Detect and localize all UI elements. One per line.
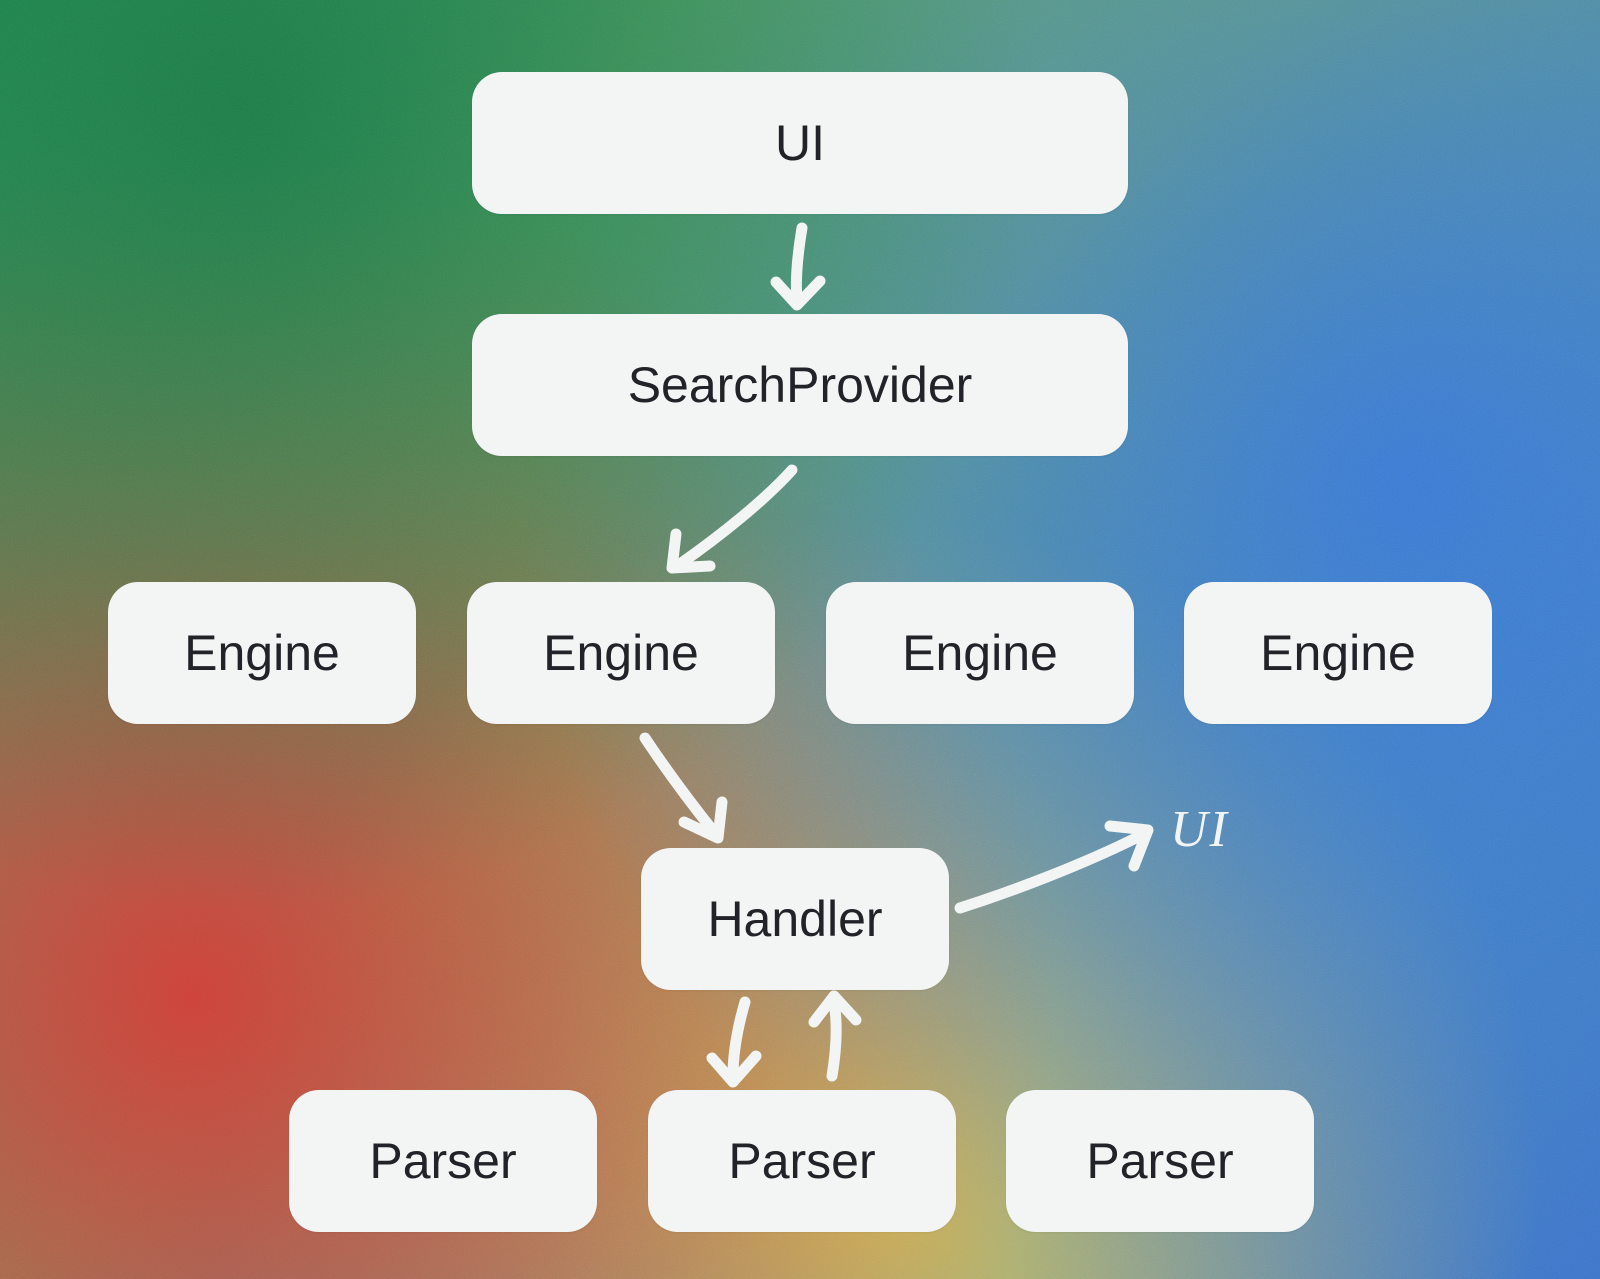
node-parser-1: Parser — [289, 1090, 597, 1232]
arrow-parser-to-handler — [814, 996, 856, 1076]
node-engine-1: Engine — [108, 582, 416, 724]
arrow-handler-to-ui-annotation — [960, 826, 1148, 908]
node-search-provider-label: SearchProvider — [628, 356, 973, 414]
arrow-handler-to-parser — [712, 1002, 756, 1082]
node-engine-2: Engine — [467, 582, 775, 724]
node-parser-3: Parser — [1006, 1090, 1314, 1232]
arrow-ui-to-searchprovider — [776, 228, 820, 305]
node-parser-2: Parser — [648, 1090, 956, 1232]
node-engine-3: Engine — [826, 582, 1134, 724]
node-parser-3-label: Parser — [1086, 1132, 1233, 1190]
node-engine-1-label: Engine — [184, 624, 340, 682]
node-handler: Handler — [641, 848, 949, 990]
arrow-searchprovider-to-engine — [672, 470, 792, 568]
arrow-engine-to-handler — [645, 738, 722, 838]
node-engine-3-label: Engine — [902, 624, 1058, 682]
annotation-ui-handwritten: UI — [1170, 800, 1229, 859]
node-ui: UI — [472, 72, 1128, 214]
node-engine-4: Engine — [1184, 582, 1492, 724]
node-handler-label: Handler — [707, 890, 882, 948]
node-parser-2-label: Parser — [728, 1132, 875, 1190]
node-ui-label: UI — [775, 114, 825, 172]
diagram-canvas: UI SearchProvider Engine Engine Engine E… — [0, 0, 1600, 1279]
node-engine-4-label: Engine — [1260, 624, 1416, 682]
node-search-provider: SearchProvider — [472, 314, 1128, 456]
node-engine-2-label: Engine — [543, 624, 699, 682]
node-parser-1-label: Parser — [369, 1132, 516, 1190]
